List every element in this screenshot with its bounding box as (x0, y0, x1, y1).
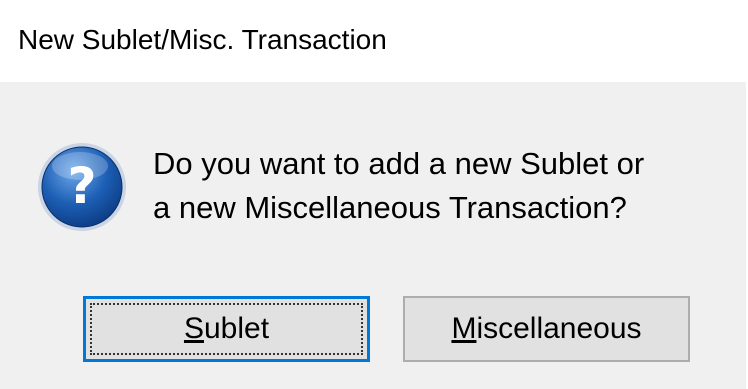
focus-ring (90, 303, 363, 355)
message-line-1: Do you want to add a new Sublet or (153, 146, 645, 181)
title-bar: New Sublet/Misc. Transaction (0, 0, 746, 82)
miscellaneous-mnemonic: M (451, 312, 477, 345)
question-icon: ? (36, 141, 128, 233)
window-title: New Sublet/Misc. Transaction (18, 24, 387, 55)
sublet-button[interactable]: Sublet (83, 296, 370, 362)
dialog-window: New Sublet/Misc. Transaction ? Do you wa… (0, 0, 746, 389)
dialog-message: Do you want to add a new Sublet or a new… (153, 142, 733, 230)
message-line-2: a new Miscellaneous Transaction? (153, 190, 627, 225)
miscellaneous-button[interactable]: Miscellaneous (403, 296, 690, 362)
miscellaneous-button-label: Miscellaneous (451, 312, 641, 346)
miscellaneous-label-rest: iscellaneous (476, 312, 642, 345)
svg-text:?: ? (67, 157, 96, 215)
